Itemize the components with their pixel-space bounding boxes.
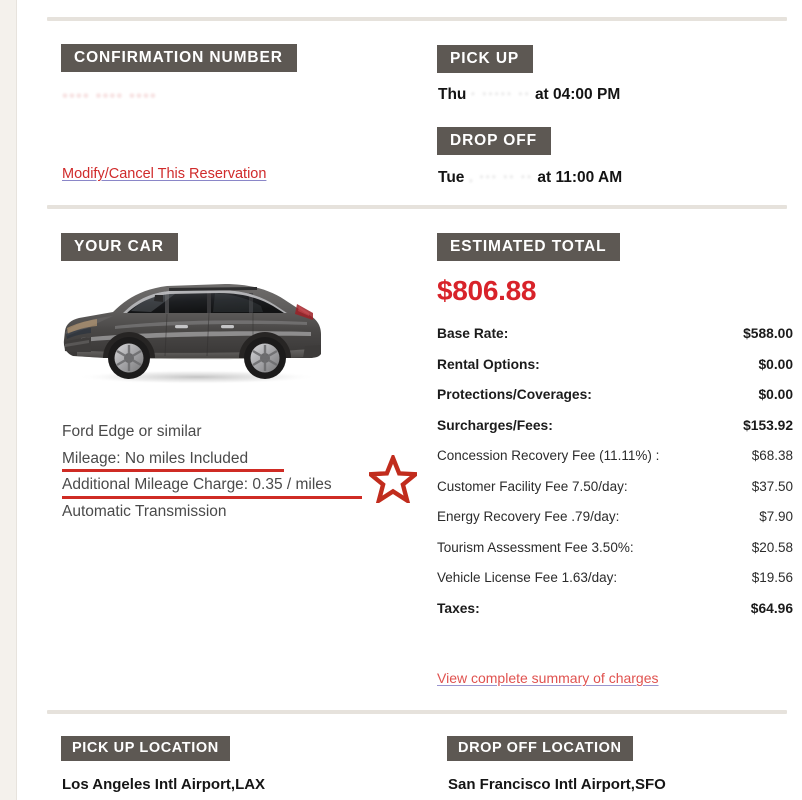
charge-label: Energy Recovery Fee .79/day: <box>437 509 620 524</box>
drop-off-date-redacted: . ··· ·· ·· <box>468 169 534 186</box>
drop-off-time: at 11:00 AM <box>537 169 623 186</box>
car-additional-mileage-charge: Additional Mileage Charge: 0.35 / miles <box>62 477 402 498</box>
charge-row: Taxes: $64.96 <box>437 601 793 616</box>
car-model: Ford Edge or similar <box>62 423 202 440</box>
charge-amount: $153.92 <box>743 417 793 433</box>
charge-row: Vehicle License Fee 1.63/day: $19.56 <box>437 570 793 585</box>
charge-row: Surcharges/Fees: $153.92 <box>437 418 793 433</box>
star-icon <box>364 452 422 506</box>
charge-label: Vehicle License Fee 1.63/day: <box>437 570 618 585</box>
charge-amount: $7.90 <box>759 509 793 524</box>
car-image <box>57 268 329 390</box>
charge-label: Concession Recovery Fee (11.11%) : <box>437 448 660 463</box>
divider-middle <box>47 205 787 209</box>
pick-up-datetime: Thu · ····· ·· at 04:00 PM <box>438 86 620 104</box>
pick-up-time: at 04:00 PM <box>534 86 621 103</box>
charge-row: Concession Recovery Fee (11.11%) : $68.38 <box>437 448 793 463</box>
charge-row: Protections/Coverages: $0.00 <box>437 387 793 402</box>
reservation-sheet: CONFIRMATION NUMBER •••• •••• •••• Modif… <box>16 0 802 800</box>
drop-off-location-header: DROP OFF LOCATION <box>447 736 633 762</box>
charge-amount: $0.00 <box>758 387 793 402</box>
estimated-total-amount: $806.88 <box>437 275 537 306</box>
charge-row: Base Rate: $588.00 <box>437 326 793 341</box>
car-details: Ford Edge or similar Mileage: No miles I… <box>62 424 402 530</box>
charge-amount: $37.50 <box>751 478 793 494</box>
charge-row: Customer Facility Fee 7.50/day: $37.50 <box>437 479 793 494</box>
view-complete-summary-link[interactable]: View complete summary of charges <box>437 670 659 686</box>
charge-amount: $588.00 <box>743 326 793 341</box>
charges-breakdown: Base Rate: $588.00 Rental Options: $0.00 Pro… <box>437 326 793 631</box>
charge-label: Customer Facility Fee 7.50/day: <box>437 478 628 494</box>
pick-up-location-name: Los Angeles Intl Airport,LAX <box>62 776 266 793</box>
pick-up-date-redacted: · ····· ·· <box>470 86 531 103</box>
charge-label: Tourism Assessment Fee 3.50%: <box>437 539 634 555</box>
confirmation-number-header: CONFIRMATION NUMBER <box>61 44 297 73</box>
charge-amount: $68.38 <box>751 448 793 463</box>
pick-up-location-header: PICK UP LOCATION <box>61 736 230 762</box>
divider-bottom <box>47 710 787 714</box>
pick-up-header: PICK UP <box>437 45 534 74</box>
charge-amount: $64.96 <box>750 600 793 616</box>
drop-off-header: DROP OFF <box>437 127 552 156</box>
charge-row: Rental Options: $0.00 <box>437 357 793 372</box>
charge-amount: $0.00 <box>758 356 793 372</box>
estimated-total-header: ESTIMATED TOTAL <box>437 233 621 262</box>
modify-cancel-reservation-link[interactable]: Modify/Cancel This Reservation <box>62 166 266 182</box>
charge-label: Rental Options: <box>437 356 540 372</box>
page-background: CONFIRMATION NUMBER •••• •••• •••• Modif… <box>0 0 802 800</box>
charge-label: Base Rate: <box>437 326 509 341</box>
car-transmission: Automatic Transmission <box>62 502 227 520</box>
drop-off-datetime: Tue . ··· ·· ·· at 11:00 AM <box>438 169 622 187</box>
charge-amount: $20.58 <box>751 539 793 555</box>
divider-top <box>47 17 787 21</box>
charge-label: Taxes: <box>437 600 480 616</box>
charge-row: Tourism Assessment Fee 3.50%: $20.58 <box>437 540 793 555</box>
your-car-header: YOUR CAR <box>61 233 178 262</box>
drop-off-location-name: San Francisco Intl Airport,SFO <box>448 776 666 793</box>
charge-label: Protections/Coverages: <box>437 387 592 402</box>
charge-label: Surcharges/Fees: <box>437 417 553 433</box>
confirmation-number-value: •••• •••• •••• <box>62 86 157 105</box>
charge-amount: $19.56 <box>751 570 793 585</box>
drop-off-weekday: Tue <box>438 169 465 186</box>
pick-up-weekday: Thu <box>438 86 467 103</box>
car-mileage: Mileage: No miles Included <box>62 450 402 472</box>
charge-row: Energy Recovery Fee .79/day: $7.90 <box>437 509 793 524</box>
